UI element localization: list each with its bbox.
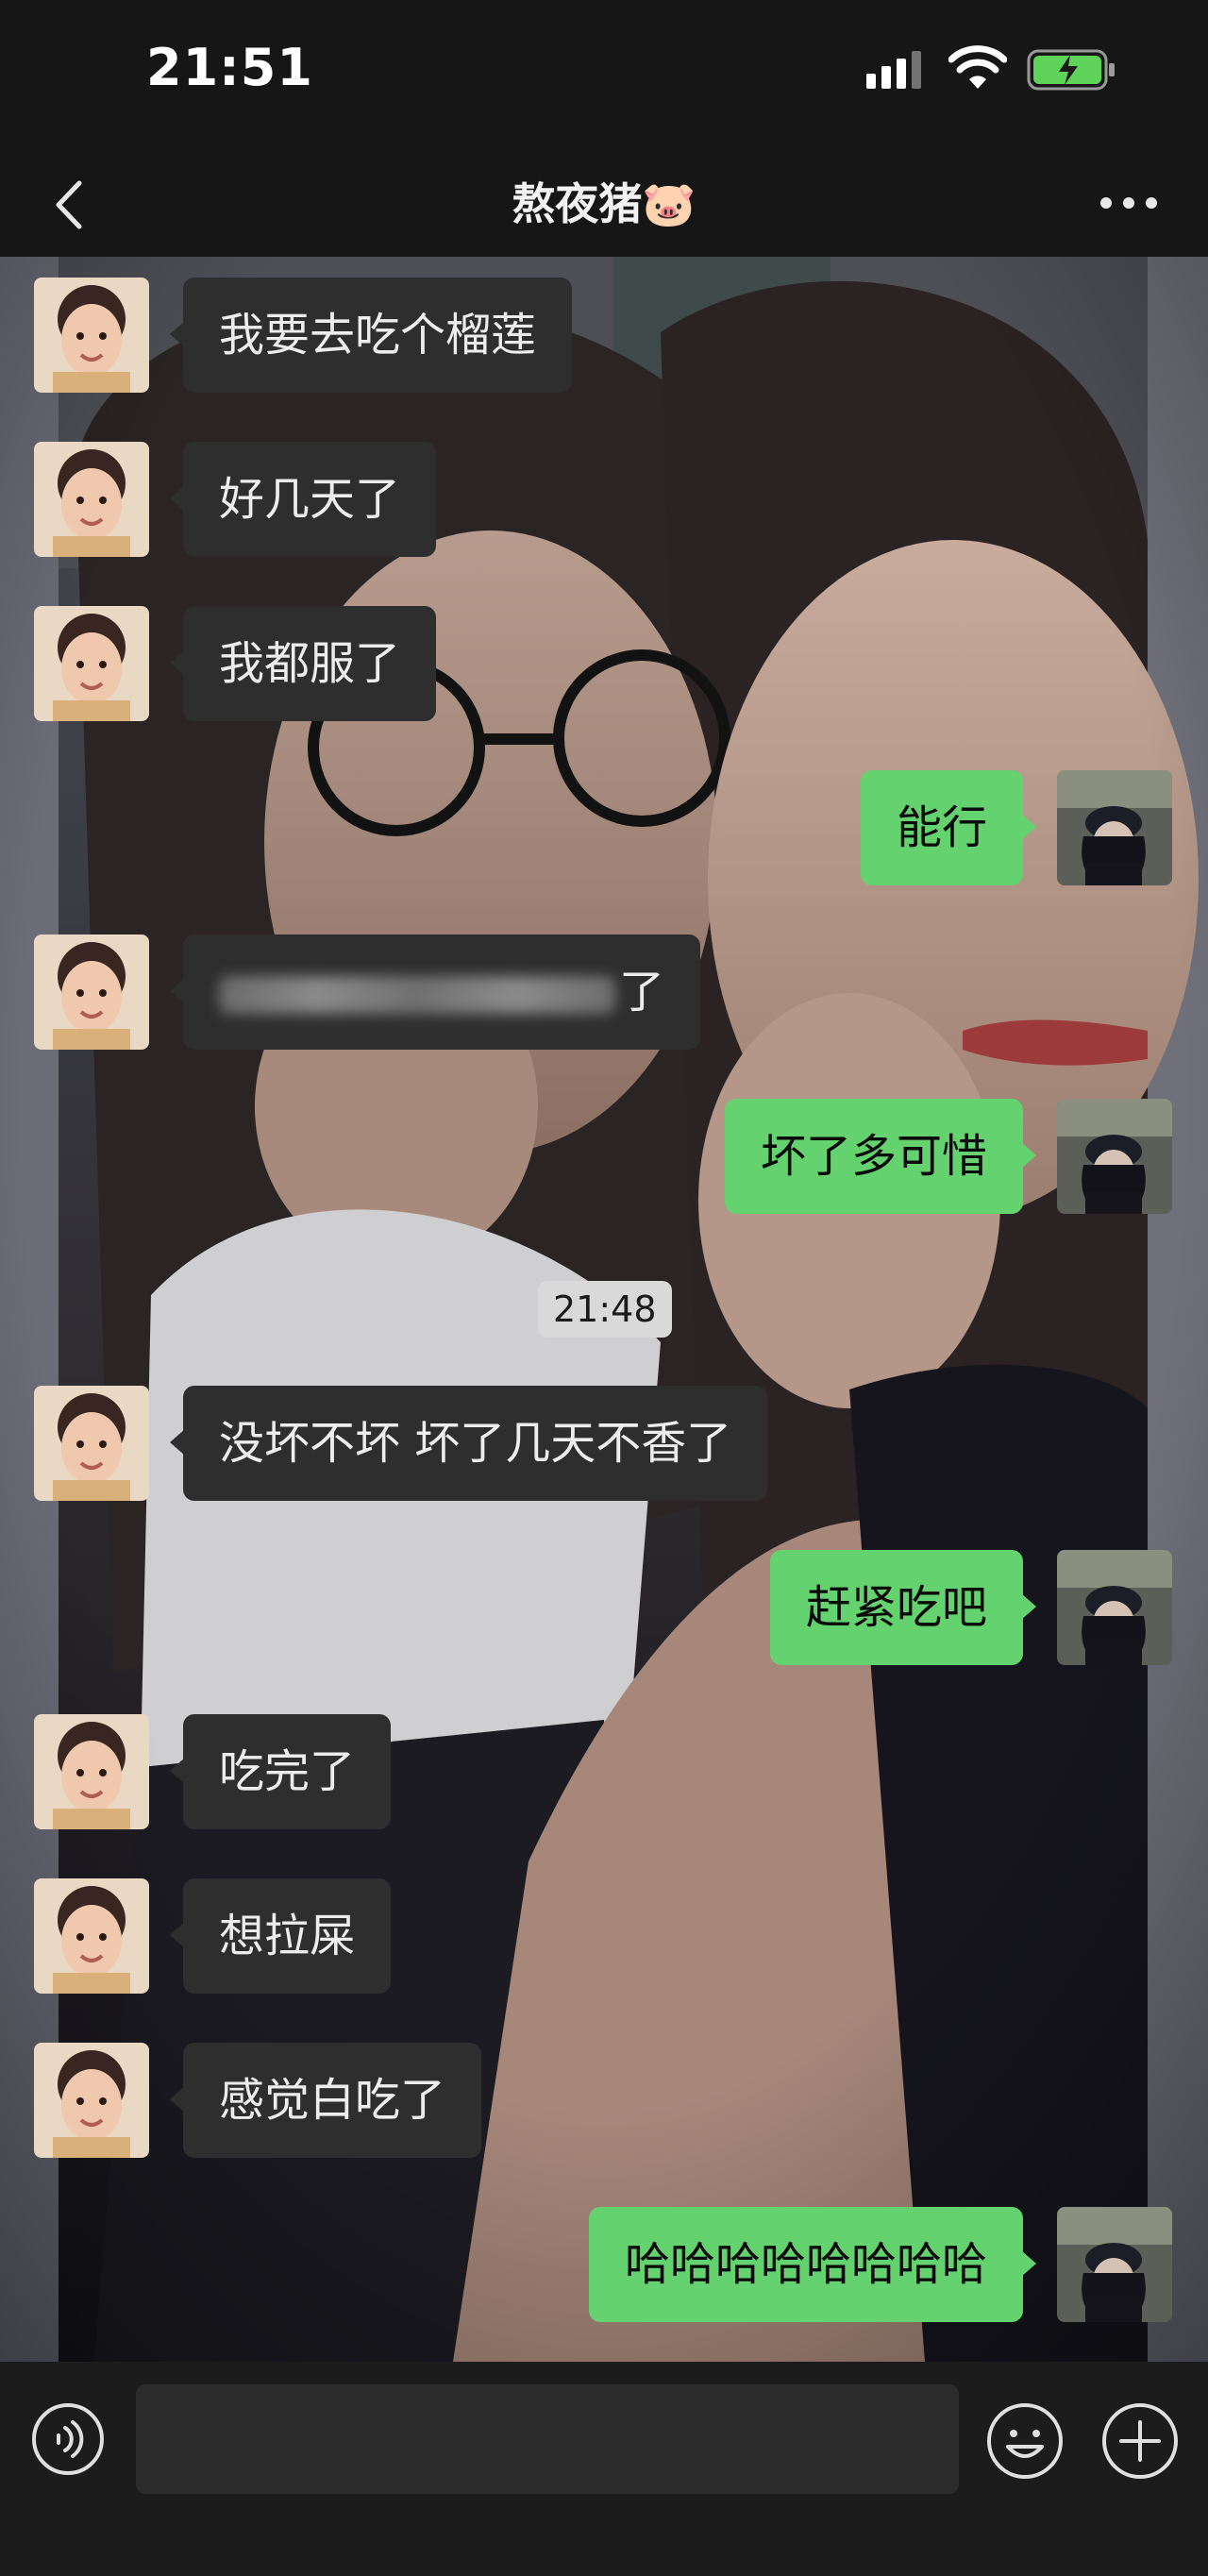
chat-title: 熬夜猪🐷 [512,178,696,229]
contact-avatar[interactable] [34,442,149,557]
message-bubble-outgoing[interactable]: 坏了多可惜 [724,1099,1037,1214]
message-text: 了 [619,966,665,1019]
contact-avatar[interactable] [34,1878,149,1994]
my-avatar[interactable] [1057,2207,1172,2322]
my-avatar[interactable] [1057,1099,1172,1214]
message-bubble-incoming[interactable]: 我要去吃个榴莲 [169,278,573,393]
message-row: 赶紧吃吧 [0,1550,1208,1667]
message-bubble-outgoing[interactable]: 哈哈哈哈哈哈哈哈 [588,2207,1037,2322]
message-bubble-incoming[interactable]: 好几天了 [169,442,437,557]
battery-charging-icon [1027,49,1115,91]
my-avatar[interactable] [1057,770,1172,885]
message-input-bar [0,2362,1208,2576]
contact-avatar[interactable] [34,1386,149,1501]
message-row: 了 [0,934,1208,1052]
status-time: 21:51 [146,38,313,97]
message-bubble-incoming[interactable]: 感觉白吃了 [169,2043,482,2158]
message-bubble-incoming[interactable]: 了 [169,934,701,1050]
voice-icon[interactable] [30,2401,106,2477]
chat-header: 熬夜猪🐷 [0,151,1208,257]
message-row: 我都服了 [0,606,1208,723]
my-avatar[interactable] [1057,1550,1172,1665]
status-bar: 21:51 [0,0,1208,151]
message-row: 能行 [0,770,1208,887]
message-input[interactable] [136,2384,959,2494]
message-row: 想拉屎 [0,1878,1208,1995]
message-bubble-outgoing[interactable]: 能行 [860,770,1037,885]
contact-avatar[interactable] [34,934,149,1050]
more-dots-icon[interactable] [1095,179,1163,227]
message-row: 感觉白吃了 [0,2043,1208,2160]
message-row: 吃完了 [0,1714,1208,1831]
contact-avatar[interactable] [34,278,149,393]
message-bubble-incoming[interactable]: 想拉屎 [169,1878,392,1994]
contact-avatar[interactable] [34,1714,149,1829]
plus-icon[interactable] [1100,2401,1180,2481]
message-row: 坏了多可惜 [0,1099,1208,1216]
chat-message-list[interactable]: 我要去吃个榴莲 好几天了 我都服了 能行 了 坏了多可惜 21:48 没坏不坏 … [0,257,1208,2362]
wifi-icon [948,45,1007,89]
message-row: 我要去吃个榴莲 [0,278,1208,395]
contact-avatar[interactable] [34,2043,149,2158]
message-bubble-incoming[interactable]: 吃完了 [169,1714,392,1829]
cellular-signal-icon [866,51,921,89]
emoji-icon[interactable] [985,2401,1065,2481]
message-bubble-incoming[interactable]: 没坏不坏 坏了几天不香了 [169,1386,768,1501]
message-row: 哈哈哈哈哈哈哈哈 [0,2207,1208,2324]
message-row: 没坏不坏 坏了几天不香了 [0,1386,1208,1503]
blurred-text [219,976,615,1014]
message-bubble-incoming[interactable]: 我都服了 [169,606,437,721]
message-row: 好几天了 [0,442,1208,559]
timestamp-chip: 21:48 [538,1281,672,1338]
contact-avatar[interactable] [34,606,149,721]
message-bubble-outgoing[interactable]: 赶紧吃吧 [769,1550,1037,1665]
